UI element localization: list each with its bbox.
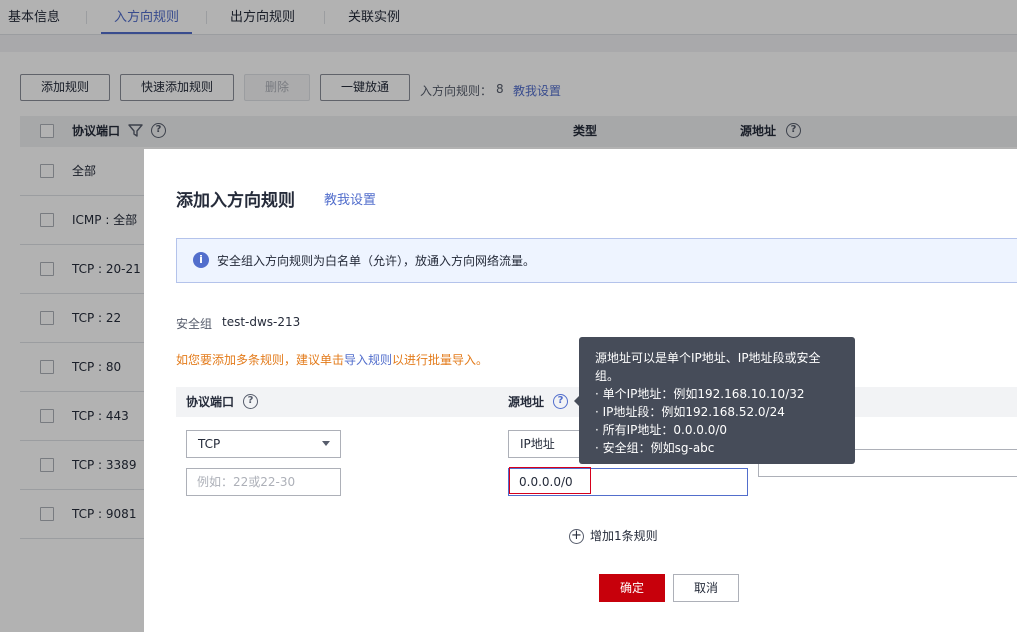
tooltip-arrow <box>574 395 580 407</box>
info-banner: i 安全组入方向规则为白名单（允许），放通入方向网络流量。 <box>176 238 1017 283</box>
tooltip-line: 源地址可以是单个IP地址、IP地址段或安全组。 <box>595 351 821 383</box>
tooltip-line: · 所有IP地址：0.0.0.0/0 <box>595 423 728 437</box>
tip-prefix: 如您要添加多条规则，建议单击 <box>176 353 345 367</box>
header-protocol-port: 协议端口 <box>186 395 235 409</box>
help-icon[interactable]: ? <box>243 394 258 409</box>
cancel-button[interactable]: 取消 <box>673 574 739 602</box>
source-type-select[interactable]: IP地址 <box>508 430 588 458</box>
plus-circle-icon: + <box>569 529 584 544</box>
source-address-input[interactable] <box>508 468 748 496</box>
confirm-button[interactable]: 确定 <box>599 574 665 602</box>
info-icon: i <box>193 252 209 268</box>
tooltip-line: · IP地址段：例如192.168.52.0/24 <box>595 405 785 419</box>
security-group-label: 安全组 <box>176 317 213 331</box>
tooltip-line: · 安全组：例如sg-abc <box>595 441 715 455</box>
tip-suffix: 以进行批量导入。 <box>392 353 489 367</box>
port-input[interactable] <box>186 468 341 496</box>
dialog-title: 添加入方向规则 <box>176 191 295 211</box>
protocol-select[interactable]: TCP <box>186 430 341 458</box>
tooltip-line: · 单个IP地址：例如192.168.10.10/32 <box>595 387 805 401</box>
chevron-down-icon <box>322 441 330 446</box>
source-type-value: IP地址 <box>520 437 555 451</box>
add-one-rule-label: 增加1条规则 <box>590 529 658 543</box>
help-icon[interactable]: ? <box>553 394 568 409</box>
security-group-name: test-dws-213 <box>222 315 301 329</box>
import-rules-link[interactable]: 导入规则 <box>344 353 392 367</box>
add-one-rule-button[interactable]: + 增加1条规则 <box>569 527 658 544</box>
import-tip: 如您要添加多条规则，建议单击导入规则以进行批量导入。 <box>176 351 488 368</box>
source-address-tooltip: 源地址可以是单个IP地址、IP地址段或安全组。 · 单个IP地址：例如192.1… <box>574 337 855 464</box>
dialog-help-link[interactable]: 教我设置 <box>324 189 376 208</box>
header-source: 源地址 <box>508 395 545 409</box>
protocol-value: TCP <box>198 437 221 451</box>
info-text: 安全组入方向规则为白名单（允许），放通入方向网络流量。 <box>217 254 536 268</box>
